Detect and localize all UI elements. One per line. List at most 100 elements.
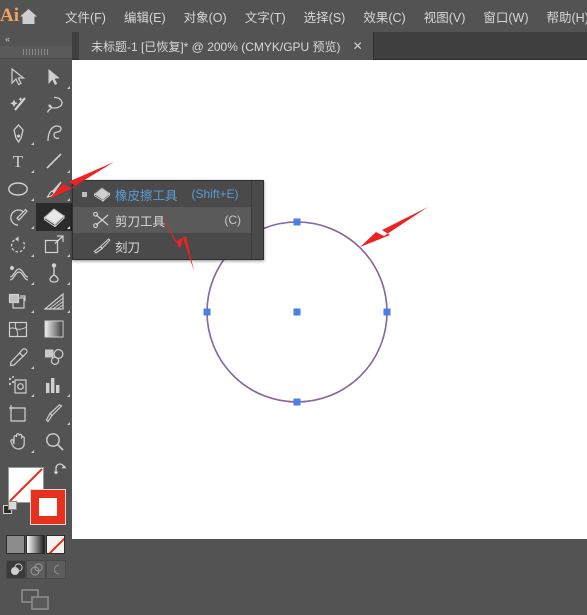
tool-has-flyout-marker	[31, 142, 34, 145]
tool-has-flyout-marker	[31, 198, 34, 201]
tool-has-flyout-marker	[67, 226, 70, 229]
document-tab-title: 未标题-1 [已恢复]* @ 200% (CMYK/GPU 预览)	[91, 38, 341, 55]
anchor-point	[294, 219, 301, 226]
tool-has-flyout-marker	[31, 170, 34, 173]
tool-has-flyout-marker	[31, 394, 34, 397]
scissors-icon	[89, 212, 115, 228]
close-icon[interactable]: ✕	[353, 40, 363, 52]
anchor-point	[384, 309, 391, 316]
tool-eyedropper[interactable]	[0, 343, 36, 371]
draw-normal-button[interactable]	[6, 560, 26, 579]
tool-ellipse[interactable]	[0, 175, 36, 203]
eraser-icon	[89, 187, 115, 202]
tool-column-graph[interactable]	[36, 371, 72, 399]
tool-has-flyout-marker	[31, 282, 34, 285]
tool-shaper[interactable]	[0, 203, 36, 231]
tool-has-flyout-marker	[31, 310, 34, 313]
home-icon[interactable]	[19, 0, 38, 32]
tool-artboard[interactable]	[0, 399, 36, 427]
tool-zoom[interactable]	[36, 427, 72, 455]
tool-mesh[interactable]	[0, 315, 36, 343]
tool-paintbrush[interactable]	[36, 175, 72, 203]
tool-has-flyout-marker	[67, 86, 70, 89]
menu-item-object[interactable]: 对象(O)	[175, 3, 236, 30]
knife-icon	[89, 238, 115, 254]
canvas-artwork	[72, 60, 587, 539]
draw-behind-button[interactable]	[26, 560, 46, 579]
menu-items: 文件(F) 编辑(E) 对象(O) 文字(T) 选择(S) 效果(C) 视图(V…	[56, 3, 587, 30]
tool-has-flyout-marker	[67, 198, 70, 201]
menu-item-type[interactable]: 文字(T)	[236, 3, 295, 30]
menu-item-view[interactable]: 视图(V)	[415, 3, 475, 30]
tool-rotate[interactable]	[0, 231, 36, 259]
tool-curvature[interactable]	[36, 119, 72, 147]
document-tab[interactable]: 未标题-1 [已恢复]* @ 200% (CMYK/GPU 预览) ✕	[79, 32, 374, 60]
toolbar-collapse-button[interactable]: «	[0, 32, 72, 46]
draw-inside-button[interactable]	[46, 560, 66, 579]
scissors-tool-shortcut: (C)	[224, 213, 241, 227]
tool-has-flyout-marker	[31, 254, 34, 257]
chevron-left-icon: «	[5, 34, 9, 44]
menu-item-select[interactable]: 选择(S)	[295, 3, 355, 30]
tool-has-flyout-marker	[67, 310, 70, 313]
swap-fill-stroke-icon[interactable]	[53, 463, 67, 482]
none-mode-button[interactable]	[46, 535, 65, 554]
change-screen-mode-icon[interactable]	[0, 585, 72, 615]
tool-has-flyout-marker	[31, 366, 34, 369]
tool-free-transform[interactable]	[36, 259, 72, 287]
center-point	[294, 309, 301, 316]
tool-perspective-grid[interactable]	[36, 287, 72, 315]
tool-grid: T	[0, 59, 72, 455]
tool-direct-selection[interactable]	[36, 63, 72, 91]
tool-scale[interactable]	[36, 231, 72, 259]
menu-item-help[interactable]: 帮助(H)	[538, 3, 587, 30]
menu-item-file[interactable]: 文件(F)	[56, 3, 115, 30]
tool-has-flyout-marker	[67, 254, 70, 257]
app-logo: Ai	[0, 0, 19, 32]
tool-symbol-sprayer[interactable]	[0, 371, 36, 399]
menu-bar: Ai 文件(F) 编辑(E) 对象(O) 文字(T) 选择(S) 效果(C) 视…	[0, 0, 587, 32]
eraser-tool-flyout-menu: 橡皮擦工具 (Shift+E) 剪刀工具 (C) 刻刀	[72, 180, 264, 260]
default-fill-stroke-icon[interactable]	[3, 501, 18, 521]
tool-blend[interactable]	[36, 343, 72, 371]
stroke-swatch[interactable]	[30, 489, 66, 525]
menu-item-edit[interactable]: 编辑(E)	[115, 3, 175, 30]
tool-line-segment[interactable]	[36, 147, 72, 175]
tool-slice[interactable]	[36, 399, 72, 427]
scissors-tool-label: 剪刀工具	[115, 211, 165, 230]
gradient-mode-button[interactable]	[26, 535, 45, 554]
tool-has-flyout-marker	[67, 394, 70, 397]
tool-eraser[interactable]	[36, 203, 72, 231]
tool-has-flyout-marker	[67, 282, 70, 285]
tool-selection[interactable]	[0, 63, 36, 91]
tool-type[interactable]: T	[0, 147, 36, 175]
eraser-tool-menu-item[interactable]: 橡皮擦工具 (Shift+E)	[73, 181, 263, 207]
tool-has-flyout-marker	[67, 422, 70, 425]
scissors-tool-menu-item[interactable]: 剪刀工具 (C)	[73, 207, 263, 233]
tool-width[interactable]	[0, 259, 36, 287]
tool-shape-builder[interactable]	[0, 287, 36, 315]
tool-magic-wand[interactable]	[0, 91, 36, 119]
grip-dots-icon	[23, 49, 49, 55]
tool-hand[interactable]	[0, 427, 36, 455]
tool-has-flyout-marker	[67, 170, 70, 173]
menu-item-effect[interactable]: 效果(C)	[354, 3, 414, 30]
menu-item-window[interactable]: 窗口(W)	[474, 3, 537, 30]
knife-tool-menu-item[interactable]: 刻刀	[73, 233, 263, 259]
toolbar-grip-handle[interactable]	[0, 46, 72, 59]
eraser-tool-label: 橡皮擦工具	[115, 185, 178, 204]
drawing-mode-row	[6, 560, 66, 579]
flyout-tearoff-rail[interactable]	[251, 181, 263, 259]
artboard-canvas[interactable]	[72, 60, 587, 539]
anchor-point	[294, 399, 301, 406]
eraser-tool-shortcut: (Shift+E)	[192, 187, 239, 201]
knife-tool-label: 刻刀	[115, 237, 140, 256]
color-mode-button[interactable]	[6, 535, 25, 554]
tool-gradient[interactable]	[36, 315, 72, 343]
tool-has-flyout-marker	[31, 450, 34, 453]
tool-pen[interactable]	[0, 119, 36, 147]
tools-panel: «	[0, 32, 72, 539]
fill-stroke-controls	[0, 461, 72, 529]
tool-lasso[interactable]	[36, 91, 72, 119]
svg-text:T: T	[13, 152, 24, 170]
